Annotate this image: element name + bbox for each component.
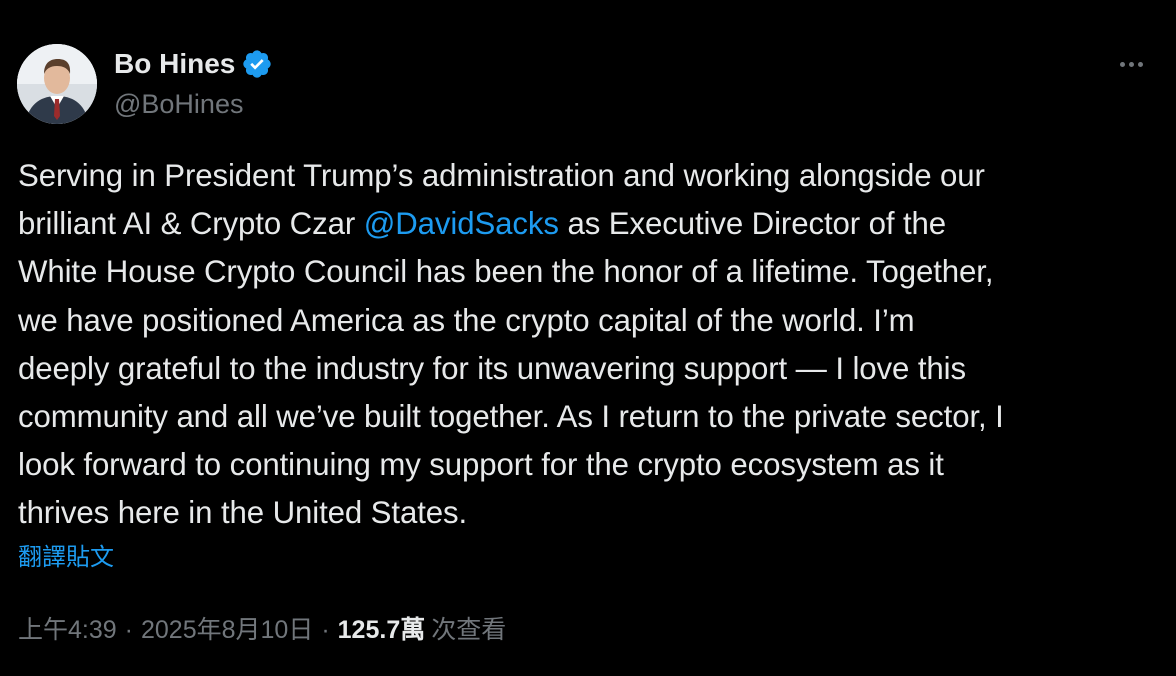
mention-link[interactable]: @DavidSacks (364, 206, 559, 241)
more-dot (1128, 61, 1134, 67)
verified-badge-icon[interactable] (241, 48, 273, 80)
author-name-text: Bo Hines (114, 48, 236, 79)
tweet-line: community and all we’ve built together. … (18, 393, 1158, 441)
meta-separator: · (321, 616, 330, 644)
tweet-line-text: Serving in President Trump’s administrat… (18, 158, 985, 193)
tweet-line-text: White House Crypto Council has been the … (18, 254, 994, 290)
tweet-time[interactable]: 上午4:39 (18, 612, 117, 648)
avatar[interactable] (17, 44, 97, 124)
views-count[interactable]: 125.7萬 (338, 612, 426, 648)
author-handle[interactable]: @BoHines (114, 86, 243, 122)
tweet-date[interactable]: 2025年8月10日 (141, 612, 313, 648)
tweet-line-text: community and all we’ve built together. … (18, 399, 1004, 435)
author-display-name[interactable]: Bo Hines (114, 46, 273, 82)
tweet-line: White House Crypto Council has been the … (18, 248, 1158, 296)
tweet-line: thrives here in the United States. (18, 489, 1158, 537)
tweet-line: Serving in President Trump’s administrat… (18, 152, 1158, 200)
meta-separator: · (124, 616, 133, 644)
tweet-line-text: thrives here in the United States. (18, 495, 468, 531)
avatar-image (17, 44, 97, 124)
tweet-line: look forward to continuing my support fo… (18, 441, 1158, 489)
tweet-line: deeply grateful to the industry for its … (18, 345, 1158, 393)
tweet-line: we have positioned America as the crypto… (18, 297, 1158, 345)
tweet-line-text: look forward to continuing my support fo… (18, 447, 944, 483)
more-dot (1137, 61, 1143, 67)
translate-post-link[interactable]: 翻譯貼文 (18, 540, 114, 576)
more-dot (1119, 61, 1125, 67)
more-horizontal-icon[interactable] (1108, 50, 1154, 78)
views-label: 次查看 (431, 616, 507, 644)
tweet-text: Serving in President Trump’s administrat… (18, 152, 1158, 538)
tweet-line-text: we have positioned America as the crypto… (18, 302, 915, 338)
tweet-metadata: 上午4:39 · 2025年8月10日 · 125.7萬 次查看 (18, 612, 506, 648)
tweet-card: Bo Hines @BoHines Serving in President T… (0, 0, 1176, 676)
tweet-line-text: brilliant AI & Crypto Czar (18, 206, 364, 242)
tweet-line-text: deeply grateful to the industry for its … (18, 350, 966, 386)
tweet-line: brilliant AI & Crypto Czar @DavidSacks a… (18, 200, 1158, 248)
tweet-line-text: as Executive Director of the (558, 206, 947, 242)
